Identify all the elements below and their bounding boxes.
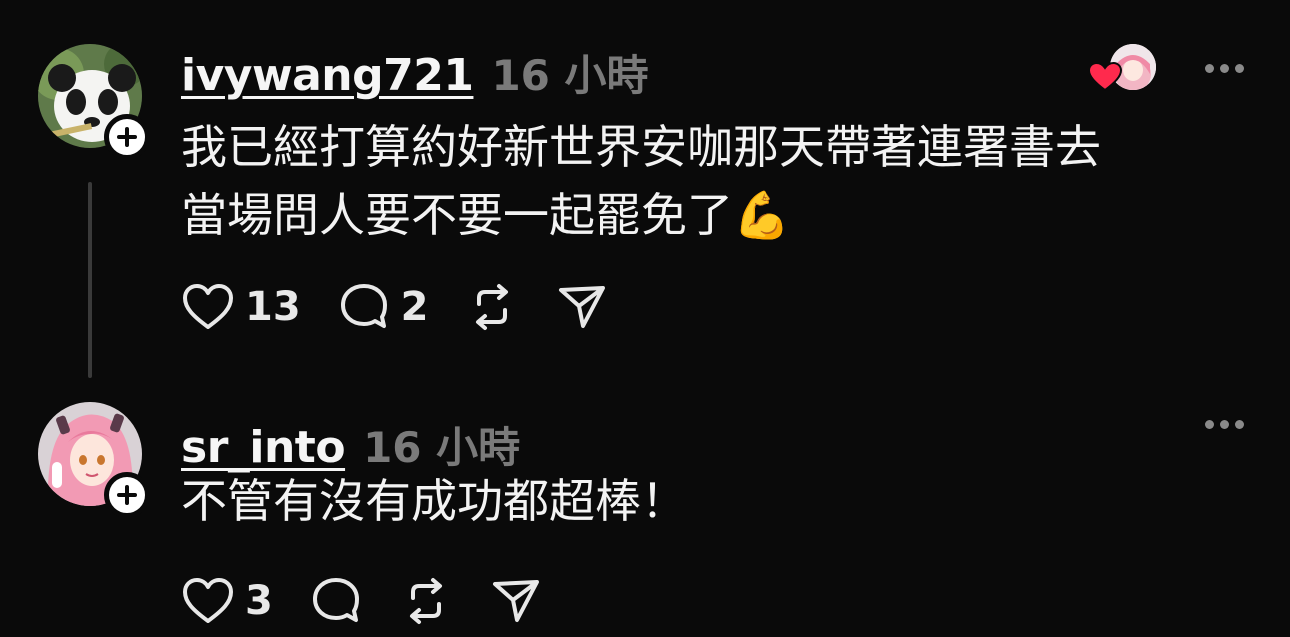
comment-icon <box>340 284 387 328</box>
like-count: 13 <box>245 284 301 330</box>
reply-post: ivywang721 16 小時 我已經打算約好新世界安咖那天帶著連署書去 當場… <box>0 0 1290 390</box>
post-header: ivywang721 16 小時 <box>181 42 649 103</box>
author-liked-indicator <box>1087 44 1160 96</box>
follow-button[interactable] <box>104 114 150 160</box>
heart-outline-icon <box>183 578 233 623</box>
plus-icon <box>117 127 137 147</box>
repost-button[interactable] <box>399 574 453 628</box>
repost-icon <box>409 578 442 624</box>
send-icon <box>558 286 605 328</box>
more-icon <box>1205 420 1214 429</box>
reply-count: 2 <box>400 284 429 330</box>
post-text-line: 當場問人要不要一起罷免了💪 <box>181 188 791 242</box>
action-bar: 3 <box>181 574 579 628</box>
send-icon <box>492 580 539 622</box>
action-bar: 13 2 <box>181 280 645 334</box>
follow-button[interactable] <box>104 472 150 518</box>
more-options-button[interactable] <box>1205 420 1244 429</box>
reply-button[interactable]: 2 <box>337 280 429 334</box>
comment-icon <box>312 578 359 622</box>
username[interactable]: ivywang721 <box>181 50 474 101</box>
timestamp: 16 小時 <box>363 423 521 472</box>
share-button[interactable] <box>555 280 609 334</box>
thread-line <box>88 182 92 378</box>
more-options-button[interactable] <box>1205 64 1244 73</box>
repost-button[interactable] <box>465 280 519 334</box>
like-button[interactable]: 13 <box>181 282 301 332</box>
repost-icon <box>475 284 508 330</box>
share-button[interactable] <box>489 574 543 628</box>
reply-post: sr_into 16 小時 不管有沒有成功都超棒！ 3 <box>0 390 1290 637</box>
heart-outline-icon <box>183 284 233 329</box>
plus-icon <box>117 485 137 505</box>
timestamp: 16 小時 <box>491 51 649 100</box>
username[interactable]: sr_into <box>181 422 346 473</box>
post-text: 我已經打算約好新世界安咖那天帶著連署書去 當場問人要不要一起罷免了💪 <box>181 113 1241 249</box>
like-button[interactable]: 3 <box>181 576 273 626</box>
post-text-line: 我已經打算約好新世界安咖那天帶著連署書去 <box>181 120 1101 174</box>
post-header: sr_into 16 小時 <box>181 414 520 475</box>
more-icon <box>1205 64 1214 73</box>
heart-icon <box>1087 61 1123 96</box>
reply-button[interactable] <box>309 574 363 628</box>
post-text: 不管有沒有成功都超棒！ <box>181 474 687 528</box>
like-count: 3 <box>245 578 273 624</box>
